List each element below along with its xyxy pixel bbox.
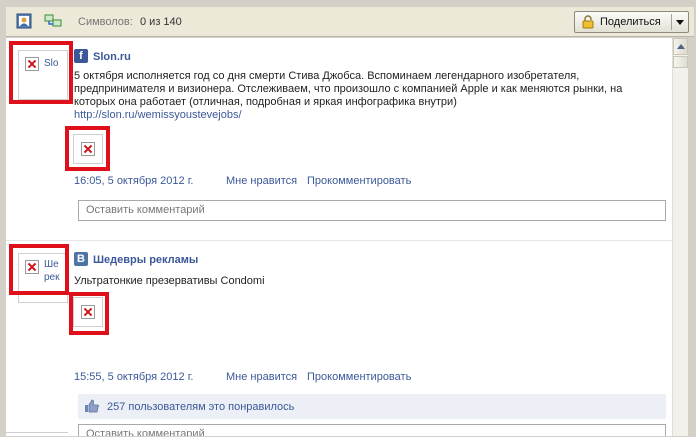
post-text: 5 октября исполняется год со дня смерти … (74, 70, 623, 108)
profile-icon[interactable] (16, 13, 32, 29)
char-count-value: 0 из 140 (140, 16, 182, 28)
share-button-label: Поделиться (600, 16, 661, 28)
feed-post: Slo f Slon.ru 5 октября исполняется год … (6, 38, 672, 240)
thumbs-up-icon (84, 399, 100, 416)
dropdown-arrow-icon (676, 20, 684, 25)
post-source-name[interactable]: Шедевры рекламы (93, 254, 198, 266)
share-button[interactable]: Поделиться (575, 12, 671, 32)
facebook-icon: f (74, 49, 88, 63)
post-source-name[interactable]: Slon.ru (93, 51, 131, 63)
composer-toolbar: Символов: 0 из 140 Поделиться (6, 7, 694, 37)
next-post-edge (6, 432, 68, 437)
feed-scrollbar[interactable] (672, 38, 688, 436)
news-feed: Slo f Slon.ru 5 октября исполняется год … (6, 38, 672, 436)
comment-input[interactable]: Оставить комментарий (78, 424, 666, 436)
chevron-up-icon (677, 44, 685, 49)
char-count-label: Символов: (78, 16, 133, 28)
share-control: Поделиться (574, 11, 689, 33)
comment-link[interactable]: Прокомментировать (307, 371, 411, 383)
share-dropdown-button[interactable] (672, 12, 688, 32)
highlight-box (69, 292, 109, 335)
feed-post: Ше рек В Шедевры рекламы Ультратонкие пр… (6, 240, 672, 436)
scroll-up-button[interactable] (673, 38, 688, 55)
scroll-thumb[interactable] (673, 56, 688, 68)
likes-count-link[interactable]: 257 пользователям это понравилось (107, 401, 294, 413)
comment-link[interactable]: Прокомментировать (307, 175, 411, 187)
post-text: Ультратонкие презервативы Condomi (74, 275, 265, 287)
lock-icon (581, 15, 595, 32)
highlight-box (9, 41, 73, 104)
post-timestamp[interactable]: 16:05, 5 октября 2012 г. (74, 175, 193, 187)
likes-summary: 257 пользователям это понравилось (78, 394, 666, 419)
post-link[interactable]: http://slon.ru/wemissyoustevejobs/ (74, 109, 242, 121)
highlight-box (65, 126, 110, 171)
comment-input[interactable]: Оставить комментарий (78, 200, 666, 221)
network-icon[interactable] (44, 13, 62, 29)
like-link[interactable]: Мне нравится (226, 371, 297, 383)
post-timestamp[interactable]: 15:55, 5 октября 2012 г. (74, 371, 193, 383)
like-link[interactable]: Мне нравится (226, 175, 297, 187)
highlight-box (9, 244, 69, 295)
vkontakte-icon: В (74, 252, 88, 266)
